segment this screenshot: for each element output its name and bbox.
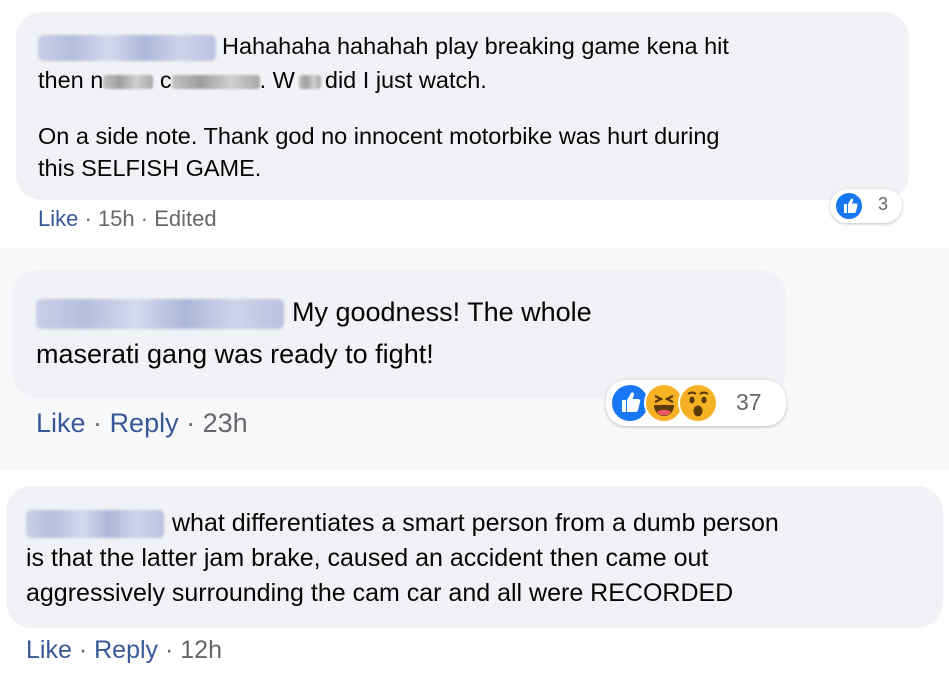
comment-text: did I just watch.: [324, 67, 487, 93]
comment-text-line: this SELFISH GAME.: [38, 152, 261, 184]
comment-text: . W: [259, 67, 295, 93]
separator: ·: [186, 408, 196, 438]
timestamp[interactable]: 23h: [203, 408, 248, 438]
comment-actions: Like · 15h · Edited: [38, 204, 217, 234]
commenter-name-blurred[interactable]: [36, 298, 284, 329]
comment-text: then n: [38, 67, 104, 93]
comment-text: maserati gang was ready to fight!: [36, 339, 434, 369]
comment-text-line: then n c . W did I just watch.: [38, 64, 487, 96]
comment-text: aggressively surrounding the cam car and…: [26, 579, 734, 607]
reply-link[interactable]: Reply: [94, 636, 158, 664]
commenter-name-blurred[interactable]: [38, 34, 216, 61]
comment-actions: Like · Reply · 12h: [26, 634, 222, 666]
comment-text-line: what differentiates a smart person from …: [26, 506, 779, 540]
thumbs-up-icon: [834, 191, 864, 221]
redacted-word: [103, 74, 154, 89]
timestamp[interactable]: 12h: [180, 636, 222, 664]
separator: ·: [78, 636, 88, 664]
separator: ·: [140, 206, 149, 231]
reply-link[interactable]: Reply: [110, 408, 179, 438]
comment-text-line: aggressively surrounding the cam car and…: [26, 576, 733, 610]
comment-text: c: [159, 67, 172, 93]
separator: ·: [93, 408, 103, 438]
redacted-word: [171, 74, 260, 89]
separator: ·: [84, 206, 92, 231]
comment-text-line: is that the latter jam brake, caused an …: [26, 541, 708, 575]
comment-text-line: maserati gang was ready to fight!: [36, 336, 434, 372]
comment-text: My goodness! The whole: [292, 297, 592, 327]
like-link[interactable]: Like: [36, 408, 86, 438]
like-link[interactable]: Like: [38, 206, 78, 231]
comment-bubble: [12, 270, 786, 398]
surprised-face-icon: [678, 383, 718, 423]
timestamp[interactable]: 15h: [98, 206, 135, 231]
comment-text: is that the latter jam brake, caused an …: [26, 544, 709, 572]
edited-label[interactable]: Edited: [154, 206, 216, 231]
reaction-summary[interactable]: 37: [606, 380, 786, 426]
comment-text: what differentiates a smart person from …: [172, 509, 779, 537]
comment-text: On a side note. Thank god no innocent mo…: [38, 123, 720, 149]
comment-text-line: My goodness! The whole: [36, 294, 592, 330]
comment-text: Hahahaha hahahah play breaking game kena…: [222, 33, 729, 59]
reaction-count: 37: [736, 389, 762, 415]
redacted-word: [298, 74, 321, 89]
reaction-summary[interactable]: 3: [830, 189, 902, 223]
commenter-name-blurred[interactable]: [26, 510, 164, 539]
comment-text-line: Hahahaha hahahah play breaking game kena…: [38, 30, 729, 62]
separator: ·: [164, 636, 174, 664]
comment-actions: Like · Reply · 23h: [36, 405, 248, 441]
comment-text-line: On a side note. Thank god no innocent mo…: [38, 120, 720, 152]
like-link[interactable]: Like: [26, 636, 72, 664]
comment-text: this SELFISH GAME.: [38, 155, 262, 181]
reaction-count: 3: [878, 194, 889, 214]
